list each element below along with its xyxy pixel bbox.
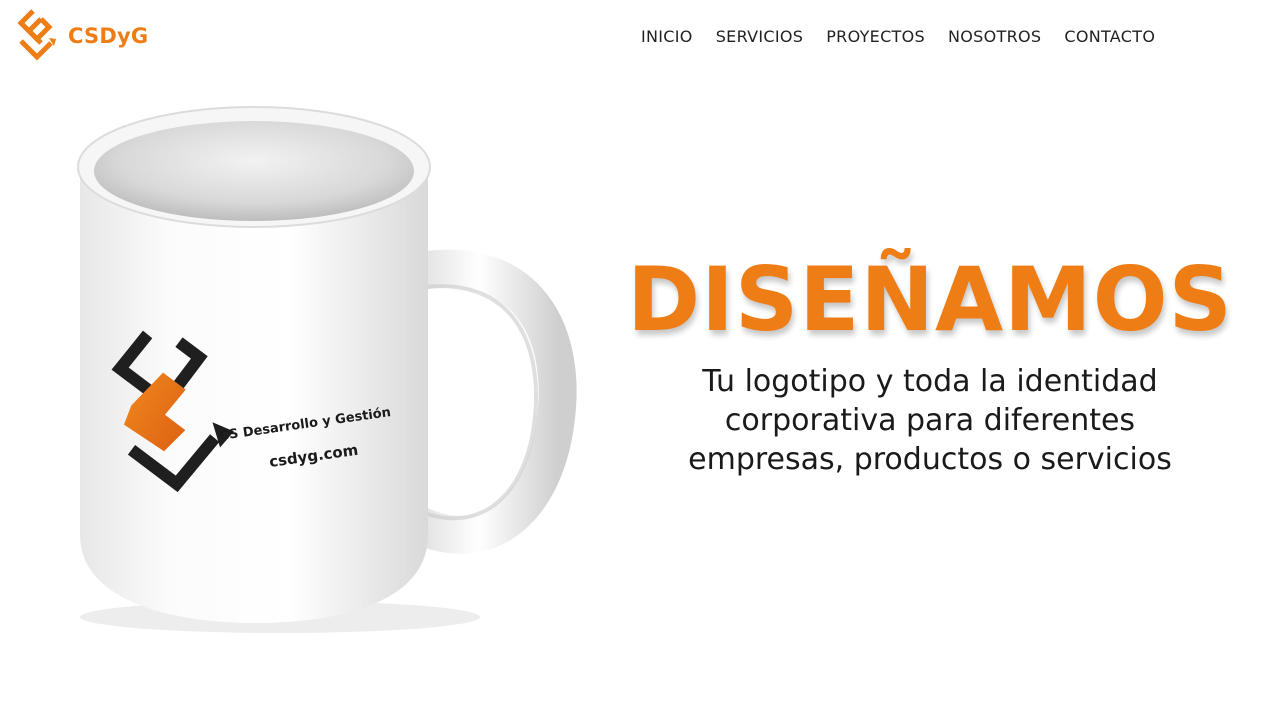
csdyg-logo-icon <box>17 9 56 61</box>
main-nav: INICIO SERVICIOS PROYECTOS NOSOTROS CONT… <box>641 27 1155 46</box>
mug-image: CS Desarrollo y Gestión csdyg.com <box>77 106 577 633</box>
hero-section: DISEÑAMOS Tu logotipo y toda la identida… <box>600 250 1260 479</box>
nav-inicio[interactable]: INICIO <box>641 27 693 46</box>
site-header: CSDyG INICIO SERVICIOS PROYECTOS NOSOTRO… <box>0 0 1280 76</box>
nav-contacto[interactable]: CONTACTO <box>1064 27 1155 46</box>
hero-title: DISEÑAMOS <box>627 248 1233 351</box>
brand-name: CSDyG <box>68 24 149 48</box>
hero-subtitle: Tu logotipo y toda la identidad corporat… <box>688 364 1172 477</box>
nav-nosotros[interactable]: NOSOTROS <box>948 27 1041 46</box>
brand-link[interactable]: CSDyG <box>16 8 148 64</box>
nav-servicios[interactable]: SERVICIOS <box>716 27 804 46</box>
nav-proyectos[interactable]: PROYECTOS <box>826 27 925 46</box>
